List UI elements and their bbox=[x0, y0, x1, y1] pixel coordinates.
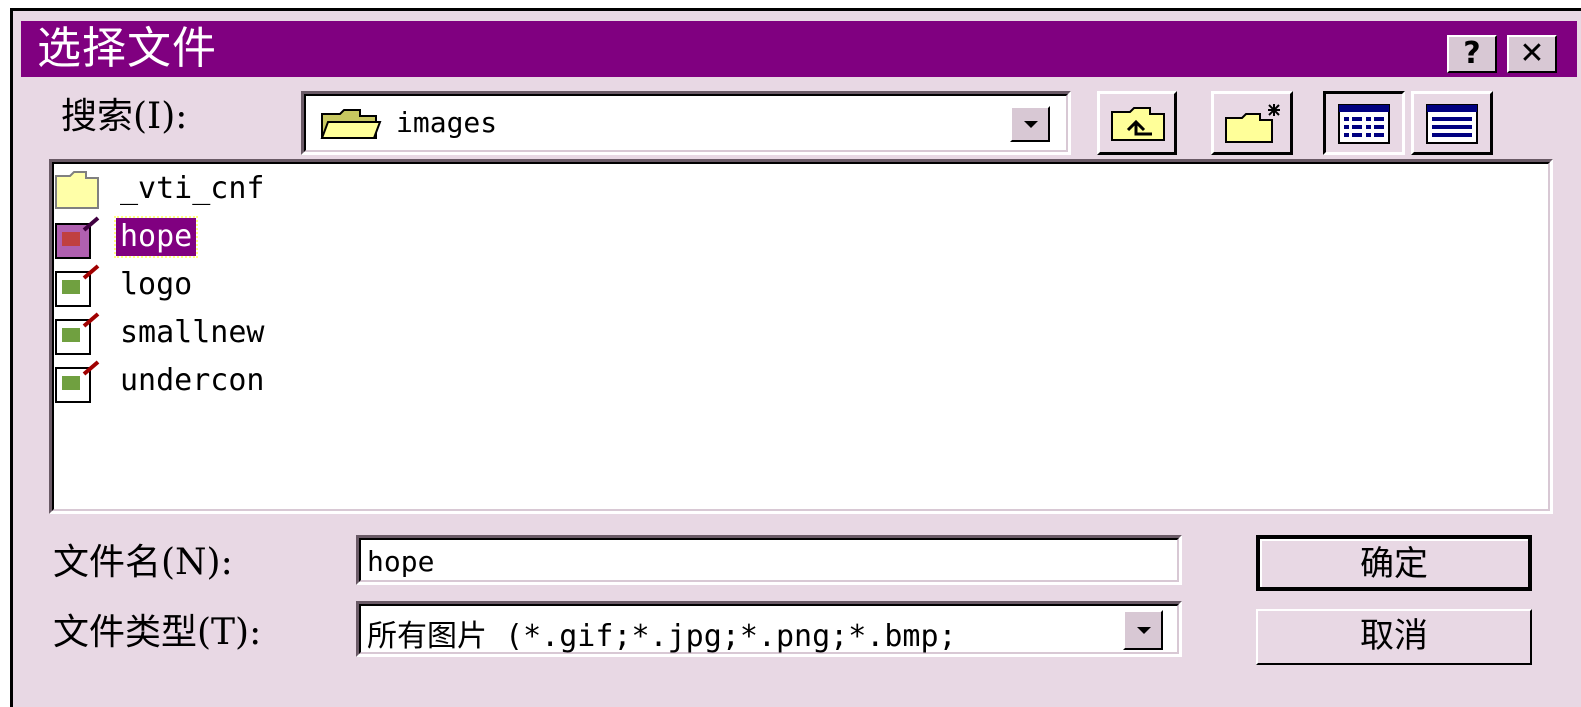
ok-button[interactable]: 确定 bbox=[1256, 535, 1532, 591]
up-one-level-button[interactable] bbox=[1097, 91, 1177, 155]
filetype-label: 文件类型(T): bbox=[53, 612, 262, 653]
details-view-button[interactable] bbox=[1411, 91, 1493, 155]
file-name: undercon bbox=[120, 363, 265, 398]
open-folder-icon bbox=[320, 109, 382, 139]
image-file-icon bbox=[55, 360, 100, 403]
new-folder-icon bbox=[1225, 104, 1280, 143]
filename-field[interactable]: hope bbox=[356, 535, 1182, 585]
lookin-combo[interactable]: images bbox=[301, 91, 1071, 155]
title-bar[interactable]: 选择文件 ? ✕ bbox=[21, 21, 1577, 77]
folder-icon bbox=[55, 171, 99, 209]
image-file-icon bbox=[55, 216, 100, 259]
filetype-value: 所有图片 (*.gif;*.jpg;*.png;*.bmp; bbox=[367, 619, 957, 654]
filename-value: hope bbox=[367, 545, 435, 578]
file-name: hope bbox=[113, 216, 199, 258]
filetype-dropdown-button[interactable] bbox=[1123, 610, 1163, 650]
up-folder-icon bbox=[1111, 107, 1165, 141]
file-name: smallnew bbox=[120, 315, 265, 350]
image-file-icon bbox=[55, 312, 100, 355]
filename-label: 文件名(N): bbox=[53, 542, 233, 583]
list-view-button[interactable] bbox=[1323, 91, 1405, 155]
list-view-icon bbox=[1338, 104, 1390, 144]
help-button[interactable]: ? bbox=[1447, 35, 1497, 73]
filetype-select[interactable]: 所有图片 (*.gif;*.jpg;*.png;*.bmp; bbox=[356, 601, 1182, 657]
new-folder-button[interactable] bbox=[1211, 91, 1293, 155]
image-file-icon bbox=[55, 264, 100, 307]
details-view-icon bbox=[1426, 104, 1478, 144]
file-name: logo bbox=[120, 267, 193, 302]
lookin-dropdown-button[interactable] bbox=[1010, 106, 1050, 142]
close-button[interactable]: ✕ bbox=[1507, 35, 1557, 73]
file-name: _vti_cnf bbox=[120, 171, 265, 206]
lookin-label: 搜索(I): bbox=[61, 96, 188, 137]
file-list[interactable]: _vti_cnf hope logo smallnew undercon bbox=[49, 159, 1553, 514]
lookin-value: images bbox=[396, 106, 498, 139]
cancel-button[interactable]: 取消 bbox=[1256, 609, 1532, 665]
file-dialog: 选择文件 ? ✕ 搜索(I): images _vti_cnf hope log… bbox=[10, 8, 1581, 707]
dialog-title: 选择文件 bbox=[37, 23, 217, 74]
